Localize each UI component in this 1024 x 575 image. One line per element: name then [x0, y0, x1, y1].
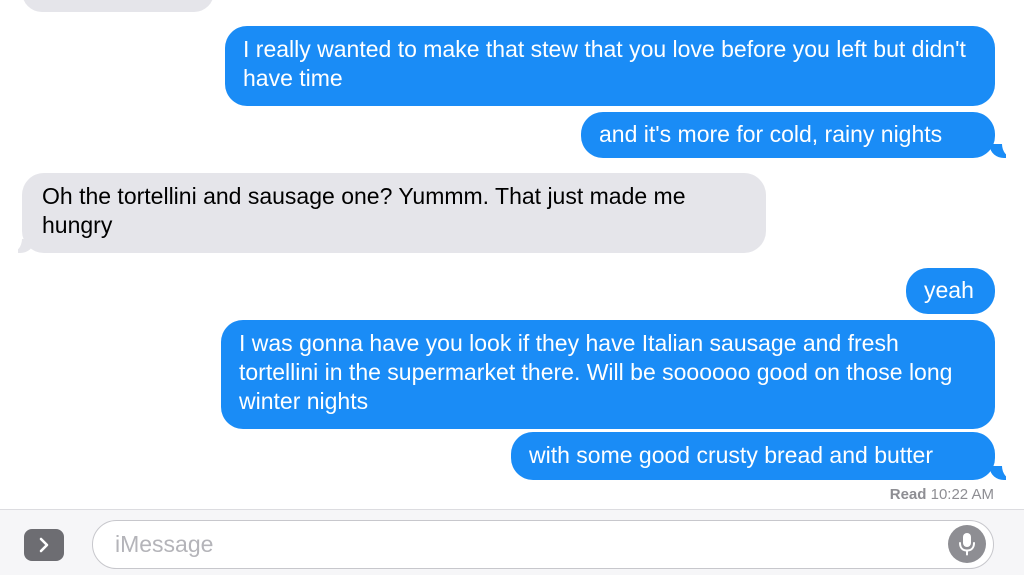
microphone-button[interactable]: [948, 525, 986, 563]
message-text: and it's more for cold, rainy nights: [599, 121, 943, 147]
message-text: yeah: [924, 277, 974, 303]
message-composer: [0, 509, 1024, 575]
message-thread: I really wanted to make that stew that y…: [0, 0, 1024, 575]
message-bubble-received[interactable]: Oh the tortellini and sausage one? Yummm…: [22, 173, 766, 253]
bubble-tail: [8, 237, 34, 253]
read-label: Read: [889, 486, 927, 503]
read-time: 10:22 AM: [930, 486, 994, 503]
message-bubble-partial[interactable]: [22, 0, 214, 12]
message-text: I was gonna have you look if they have I…: [239, 330, 953, 414]
message-bubble-sent[interactable]: with some good crusty bread and butter: [511, 432, 995, 480]
message-bubble-sent[interactable]: and it's more for cold, rainy nights: [581, 112, 995, 158]
microphone-icon: [959, 533, 975, 556]
message-bubble-sent[interactable]: I really wanted to make that stew that y…: [225, 26, 995, 106]
expand-apps-button[interactable]: [24, 529, 64, 561]
bubble-tail: [990, 142, 1016, 158]
message-text: Oh the tortellini and sausage one? Yummm…: [42, 183, 686, 238]
bubble-tail: [990, 464, 1016, 480]
message-bubble-sent[interactable]: yeah: [906, 268, 995, 314]
read-receipt: Read 10:22 AM: [890, 486, 994, 503]
message-bubble-sent[interactable]: I was gonna have you look if they have I…: [221, 320, 995, 429]
message-text: I really wanted to make that stew that y…: [243, 36, 966, 91]
message-text: with some good crusty bread and butter: [529, 442, 934, 468]
chevron-right-icon: [39, 537, 49, 553]
imessage-input[interactable]: [92, 520, 994, 569]
